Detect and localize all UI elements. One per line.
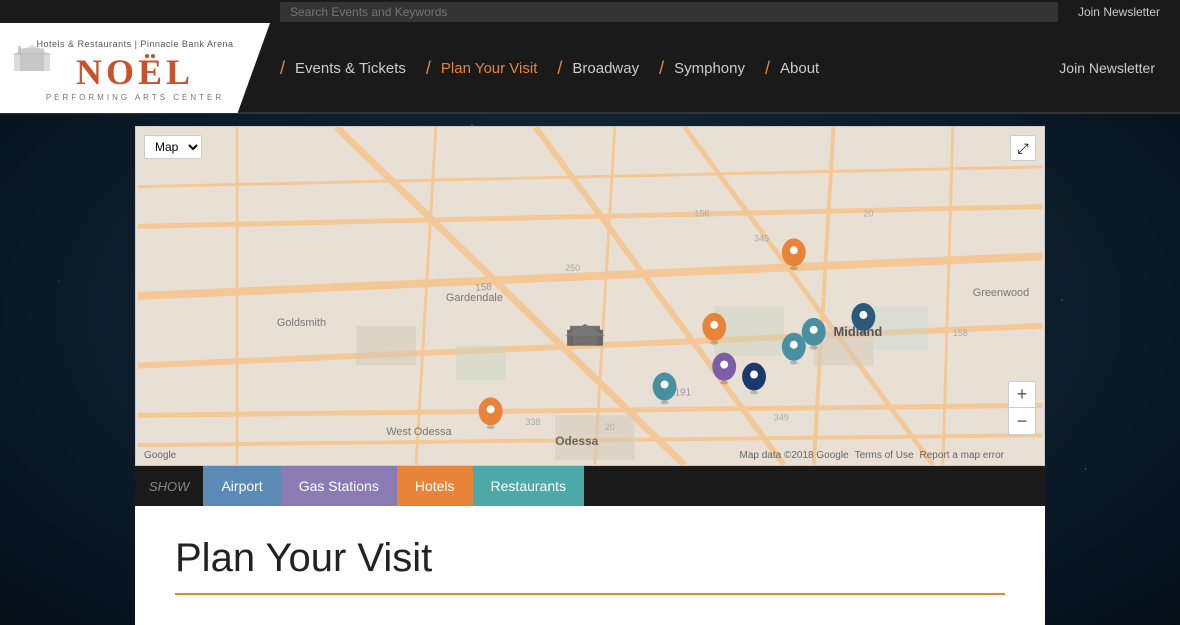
nav-item-events[interactable]: Events & Tickets [275, 24, 426, 112]
nav-item-plan[interactable]: Plan Your Visit [421, 24, 557, 112]
search-input[interactable] [280, 2, 1058, 22]
map-venue-marker [565, 324, 605, 346]
zoom-out-button[interactable]: − [1009, 408, 1035, 434]
svg-text:338: 338 [525, 417, 540, 427]
map-attribution: Google [144, 450, 176, 461]
header: Hotels & Restaurants | Pinnacle Bank Are… [0, 24, 1180, 114]
nav-item-about[interactable]: About [760, 24, 839, 112]
search-area[interactable] [280, 2, 1058, 22]
svg-text:Gardendale: Gardendale [446, 292, 503, 304]
filter-airport-button[interactable]: Airport [203, 466, 280, 506]
join-newsletter-header[interactable]: Join Newsletter [1034, 60, 1180, 76]
map-container: Map ⤢ 🧍 + − [135, 126, 1045, 466]
map-report-link[interactable]: Report a map error [920, 450, 1004, 461]
map-toolbar: Map [144, 135, 202, 159]
filter-hotels-button[interactable]: Hotels [397, 466, 473, 506]
map-zoom-controls: + − [1008, 381, 1036, 435]
svg-text:Odessa: Odessa [555, 434, 598, 448]
filter-restaurants-button[interactable]: Restaurants [473, 466, 584, 506]
nav-item-symphony[interactable]: Symphony [654, 24, 765, 112]
map-terms: Map data ©2018 Google Terms of Use Repor… [739, 450, 1004, 461]
svg-text:Goldsmith: Goldsmith [277, 317, 326, 329]
svg-text:250: 250 [565, 263, 580, 273]
google-logo: Google [144, 450, 176, 461]
svg-text:191: 191 [675, 387, 692, 398]
map-svg: 158 250 345 20 191 338 156 20 349 158 Go… [136, 127, 1044, 465]
main-nav: / Events & Tickets / Plan Your Visit / B… [270, 24, 1180, 112]
map-fullscreen-button[interactable]: ⤢ [1010, 135, 1036, 161]
logo-name: NOËL [37, 54, 234, 90]
svg-text:156: 156 [694, 208, 709, 218]
map-type-select[interactable]: Map [144, 135, 202, 159]
svg-text:20: 20 [605, 422, 615, 432]
svg-text:345: 345 [754, 233, 769, 243]
map-terms-link[interactable]: Terms of Use [855, 450, 914, 461]
svg-text:Greenwood: Greenwood [973, 287, 1029, 299]
logo-area[interactable]: Hotels & Restaurants | Pinnacle Bank Are… [0, 23, 270, 113]
top-bar: Join Newsletter [0, 0, 1180, 24]
zoom-in-button[interactable]: + [1009, 382, 1035, 408]
join-newsletter-link[interactable]: Join Newsletter [1078, 5, 1160, 19]
visit-title: Plan Your Visit [175, 536, 1005, 581]
svg-text:20: 20 [863, 208, 873, 218]
show-label: SHOW [135, 479, 203, 494]
main-content: Map ⤢ 🧍 + − [0, 114, 1180, 625]
logo-bottom-text: PERFORMING ARTS CENTER [37, 93, 234, 102]
fullscreen-icon: ⤢ [1017, 140, 1028, 157]
filter-gas-stations-button[interactable]: Gas Stations [281, 466, 397, 506]
logo-building-icon [12, 43, 52, 73]
visit-divider [175, 593, 1005, 595]
svg-text:158: 158 [953, 328, 968, 338]
visit-section: Plan Your Visit [135, 506, 1045, 625]
map-filter-bar: SHOW Airport Gas Stations Hotels Restaur… [135, 466, 1045, 506]
map-data-text: Map data ©2018 Google [739, 450, 848, 461]
svg-text:349: 349 [774, 412, 789, 422]
logo-subtitle: Hotels & Restaurants | Pinnacle Bank Are… [37, 39, 234, 49]
nav-item-broadway[interactable]: Broadway [552, 24, 659, 112]
svg-text:West Odessa: West Odessa [386, 426, 452, 438]
